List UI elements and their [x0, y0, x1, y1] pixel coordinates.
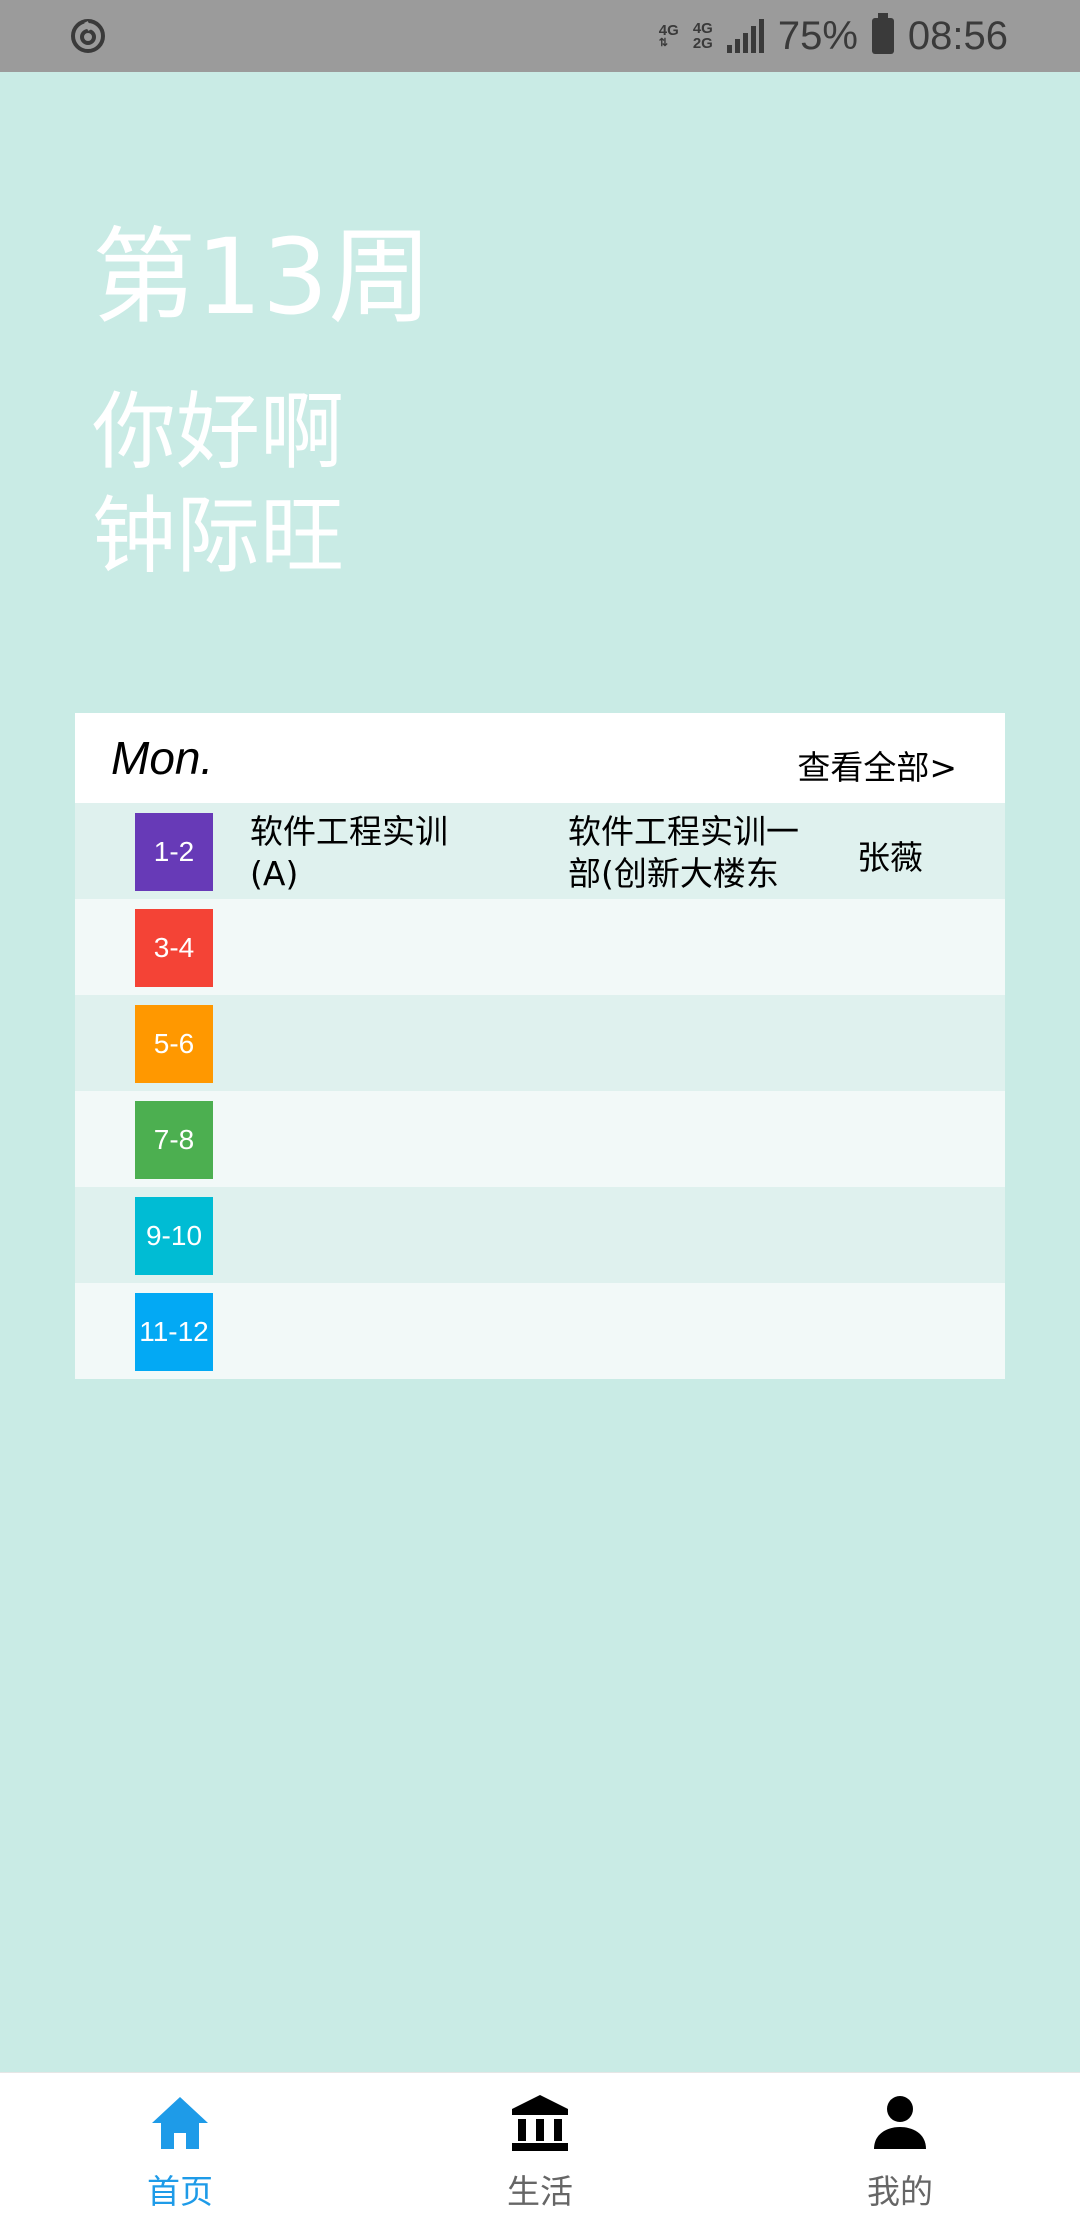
- day-label: Mon.: [111, 732, 214, 784]
- course-teacher: 张薇: [857, 838, 923, 877]
- schedule-card-header: Mon. 查看全部>: [75, 713, 1005, 803]
- home-icon: [152, 2097, 208, 2149]
- network-4g-label: 4G: [658, 22, 679, 39]
- period-badge: 7-8: [135, 1101, 213, 1179]
- period-badge: 5-6: [135, 1005, 213, 1083]
- battery-icon: [871, 13, 894, 54]
- status-bar: 4G ⇅ 4G 2G 75% 08:56: [0, 0, 1080, 72]
- greeting: 你好啊 钟际旺: [92, 380, 344, 588]
- nav-home-label: 首页: [147, 2172, 213, 2211]
- course-location: [568, 1291, 828, 1375]
- course-location: [568, 1195, 828, 1279]
- schedule-row[interactable]: 7-8: [75, 1091, 1005, 1187]
- nav-life-label: 生活: [507, 2172, 573, 2211]
- week-title: 第13周: [92, 216, 433, 338]
- schedule-row[interactable]: 9-10: [75, 1187, 1005, 1283]
- nav-life[interactable]: 生活: [360, 2073, 720, 2220]
- network-2g-label: 2G: [692, 35, 713, 52]
- schedule-row[interactable]: 1-2 软件工程实训(A) 软件工程实训一部(创新大楼东 张薇: [75, 803, 1005, 899]
- course-location: [568, 907, 828, 991]
- period-badge: 11-12: [135, 1293, 213, 1371]
- course-location: [568, 1099, 828, 1183]
- schedule-row[interactable]: 11-12: [75, 1283, 1005, 1379]
- netease-music-icon: [71, 19, 105, 53]
- schedule-card: Mon. 查看全部> 1-2 软件工程实训(A) 软件工程实训一部(创新大楼东 …: [75, 713, 1005, 1379]
- signal-icon: [726, 19, 764, 53]
- bottom-nav: 首页 生活 我的: [0, 2072, 1080, 2220]
- bank-icon: [512, 2095, 568, 2151]
- nav-me-label: 我的: [867, 2172, 933, 2211]
- period-badge: 3-4: [135, 909, 213, 987]
- course-name: 软件工程实训(A): [250, 812, 448, 893]
- view-all-link[interactable]: 查看全部>: [797, 741, 957, 789]
- user-name: 钟际旺: [92, 487, 345, 585]
- nav-home[interactable]: 首页: [0, 2073, 360, 2220]
- battery-percent: 75%: [777, 13, 858, 58]
- network-4g-label-2: 4G: [692, 20, 713, 37]
- period-badge: 1-2: [135, 813, 213, 891]
- schedule-row[interactable]: 3-4: [75, 899, 1005, 995]
- period-badge: 9-10: [135, 1197, 213, 1275]
- clock: 08:56: [907, 13, 1008, 58]
- greeting-line: 你好啊: [92, 383, 345, 481]
- network-indicator-4g: 4G ⇅: [658, 22, 679, 49]
- course-location: 软件工程实训一部(创新大楼东: [568, 812, 799, 893]
- network-indicator-dual: 4G 2G: [693, 21, 713, 51]
- schedule-row[interactable]: 5-6: [75, 995, 1005, 1091]
- nav-me[interactable]: 我的: [720, 2073, 1080, 2220]
- course-location: [568, 1003, 828, 1087]
- person-icon: [874, 2096, 926, 2149]
